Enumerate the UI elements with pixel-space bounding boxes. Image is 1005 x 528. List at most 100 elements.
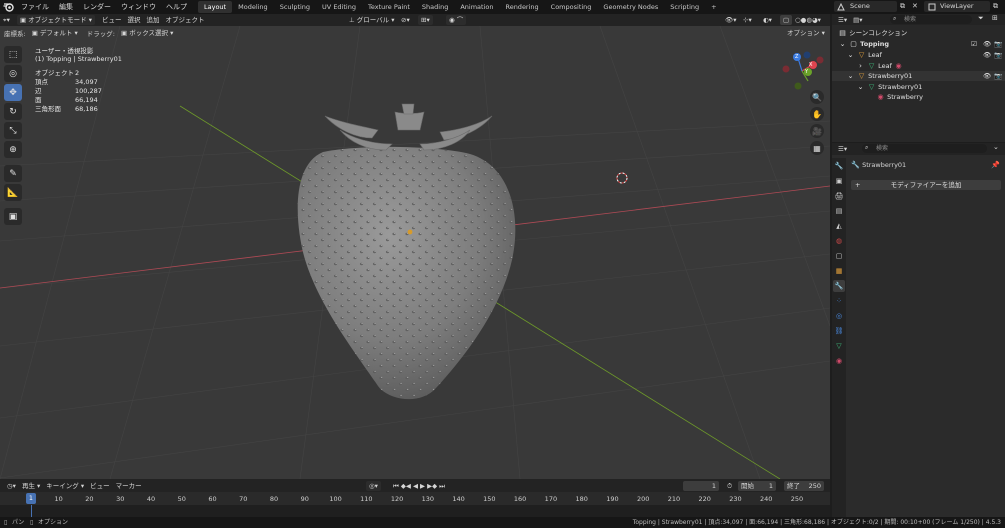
viewport-menu-object[interactable]: オブジェクト xyxy=(163,15,208,25)
timeline-menu-marker[interactable]: マーカー xyxy=(113,481,145,491)
chevron-right-icon[interactable]: › xyxy=(856,61,865,71)
object-tab-icon[interactable]: ▦ xyxy=(833,265,845,277)
new-collection-icon[interactable]: ⊞ xyxy=(992,14,998,22)
pivot-icon[interactable]: ⊘▾ xyxy=(398,15,413,25)
proportional-edit-icon[interactable]: ◉ ⌒ xyxy=(446,15,467,25)
eye-icon[interactable]: 👁 xyxy=(983,39,991,49)
clock-icon[interactable]: ⏱ xyxy=(724,481,735,491)
snap-icon[interactable]: ⊞▾ xyxy=(418,15,433,25)
3d-viewport[interactable]: X Y Z ユーザー・透視投影 (1) Topping | Strawberry… xyxy=(0,26,830,479)
pin-icon[interactable]: 📌 xyxy=(991,161,1000,169)
timeline-track-area[interactable] xyxy=(0,505,830,517)
annotate-tool-icon[interactable]: ✎ xyxy=(4,165,22,182)
tab-texture-paint[interactable]: Texture Paint xyxy=(362,1,416,13)
add-cube-tool-icon[interactable]: ▣ xyxy=(4,208,22,225)
move-tool-icon[interactable]: ✥ xyxy=(4,84,22,101)
overlay-toggle-icon[interactable]: ◐▾ xyxy=(760,15,775,25)
tab-layout[interactable]: Layout xyxy=(198,1,233,13)
viewport-menu-add[interactable]: 追加 xyxy=(144,15,163,25)
playback-controls[interactable]: ⏮ ◆◀ ◀ ▶ ▶◆ ⏭ xyxy=(390,481,448,491)
viewport-menu-select[interactable]: 選択 xyxy=(125,15,144,25)
world-tab-icon[interactable]: ◍ xyxy=(833,235,845,247)
data-tab-icon[interactable]: ▽ xyxy=(833,340,845,352)
modifier-tab-icon[interactable]: 🔧 xyxy=(833,280,845,292)
gizmo-y-label[interactable]: Y xyxy=(805,69,808,75)
tab-animation[interactable]: Animation xyxy=(454,1,499,13)
end-frame-field[interactable]: 終了 250 xyxy=(784,480,824,491)
timeline-editor-icon[interactable]: ◷▾ xyxy=(4,481,19,491)
record-icon[interactable]: ◎▾ xyxy=(366,480,381,491)
render-tab-icon[interactable]: ▣ xyxy=(833,175,845,187)
chevron-down-icon[interactable]: ⌄ xyxy=(993,143,999,151)
camera-render-icon[interactable]: 📷 xyxy=(994,39,1002,49)
menu-edit[interactable]: 編集 xyxy=(54,2,78,12)
delete-scene-icon[interactable]: ✕ xyxy=(912,2,918,10)
camera-view-icon[interactable]: 🎥 xyxy=(810,124,824,138)
tab-uv-editing[interactable]: UV Editing xyxy=(316,1,362,13)
particles-tab-icon[interactable]: ⁘ xyxy=(833,295,845,307)
outliner-item-strawberry01[interactable]: ⌄ ▽ Strawberry01 👁 📷 xyxy=(846,71,1005,81)
gizmo-z-label[interactable]: Z xyxy=(795,54,798,60)
timeline-menu-playback[interactable]: 再生 ▾ xyxy=(19,481,43,491)
checkbox-icon[interactable]: ☑ xyxy=(971,39,977,49)
gizmo-toggle-icon[interactable]: ⊹▾ xyxy=(740,15,755,25)
tool-tab-icon[interactable]: 🔧 xyxy=(833,160,845,172)
zoom-icon[interactable]: 🔍 xyxy=(810,90,824,104)
chevron-down-icon[interactable]: ⌄ xyxy=(856,82,865,92)
outliner-item-leaf[interactable]: ⌄ ▽ Leaf 👁 📷 xyxy=(846,50,1005,60)
properties-search-input[interactable]: 検索 xyxy=(862,144,987,153)
xray-icon[interactable]: ▢ xyxy=(780,15,793,25)
tab-sculpting[interactable]: Sculpting xyxy=(274,1,316,13)
scene-tab-icon[interactable]: ◭ xyxy=(833,220,845,232)
collection-tab-icon[interactable]: ▢ xyxy=(833,250,845,262)
viewport-menu-view[interactable]: ビュー xyxy=(99,15,125,25)
tab-compositing[interactable]: Compositing xyxy=(545,1,598,13)
shading-modes-icon[interactable]: ○●◍◕▾ xyxy=(792,15,824,25)
scale-tool-icon[interactable]: ⤡ xyxy=(4,122,22,139)
timeline-menu-view[interactable]: ビュー xyxy=(87,481,113,491)
material-tab-icon[interactable]: ◉ xyxy=(833,355,845,367)
current-frame-marker[interactable]: 1 xyxy=(26,493,36,504)
outliner-editor-icon[interactable]: ☰▾ xyxy=(835,15,850,25)
coord-selector[interactable]: ▣ デフォルト ▾ xyxy=(29,28,81,38)
menu-window[interactable]: ウィンドウ xyxy=(116,2,161,12)
transform-tool-icon[interactable]: ⊕ xyxy=(4,141,22,158)
outliner-item-leaf-mesh[interactable]: › ▽ Leaf ◉ xyxy=(856,61,903,71)
tab-shading[interactable]: Shading xyxy=(416,1,454,13)
gizmo-x-label[interactable]: X xyxy=(809,62,812,68)
current-frame-field[interactable]: 1 xyxy=(683,480,719,491)
tab-scripting[interactable]: Scripting xyxy=(664,1,705,13)
pan-hand-icon[interactable]: ✋ xyxy=(810,107,824,121)
editor-type-icon[interactable]: ⌖▾ xyxy=(0,15,13,25)
orientation-selector[interactable]: ⊥ グローバル ▾ xyxy=(346,15,398,25)
measure-tool-icon[interactable]: 📐 xyxy=(4,184,22,201)
chevron-down-icon[interactable]: ⌄ xyxy=(838,39,847,49)
blender-logo-icon[interactable] xyxy=(0,0,16,14)
outliner-item-strawberry01-mesh[interactable]: ⌄ ▽ Strawberry01 xyxy=(856,82,923,92)
chevron-down-icon[interactable]: ⌄ xyxy=(846,50,855,60)
outliner-search-input[interactable]: 検索 xyxy=(890,15,972,24)
output-tab-icon[interactable]: 🖨 xyxy=(833,190,845,202)
outliner-filter-mode-icon[interactable]: ▤▾ xyxy=(850,15,865,25)
cursor-tool-icon[interactable]: ◎ xyxy=(4,65,22,82)
menu-file[interactable]: ファイル xyxy=(16,2,54,12)
options-dropdown[interactable]: オプション ▾ xyxy=(784,28,828,38)
outliner-root-row[interactable]: ▤ シーンコレクション xyxy=(838,28,907,38)
view-layer-tab-icon[interactable]: ▤ xyxy=(833,205,845,217)
add-modifier-button[interactable]: + モディファイアーを追加 xyxy=(851,180,1001,190)
menu-render[interactable]: レンダー xyxy=(78,2,116,12)
tab-geometry-nodes[interactable]: Geometry Nodes xyxy=(597,1,664,13)
timeline-menu-keying[interactable]: キーイング ▾ xyxy=(43,481,87,491)
visibility-icon[interactable]: 👁▾ xyxy=(722,15,740,25)
drag-selector[interactable]: ▣ ボックス選択 ▾ xyxy=(118,28,176,38)
mode-selector[interactable]: ▣ オブジェクトモード ▾ xyxy=(16,15,95,25)
add-workspace-button[interactable]: + xyxy=(705,1,722,13)
viewlayer-options-icon[interactable]: ⧉ xyxy=(993,2,998,11)
filter-icon[interactable]: ⏷ xyxy=(978,14,984,23)
select-box-tool-icon[interactable]: ⬚ xyxy=(4,46,22,63)
tab-rendering[interactable]: Rendering xyxy=(499,1,544,13)
outliner-item-topping[interactable]: ⌄ ▢ Topping ☑ 👁 📷 xyxy=(838,39,1005,49)
constraints-tab-icon[interactable]: ⛓ xyxy=(833,325,845,337)
tab-modeling[interactable]: Modeling xyxy=(232,1,274,13)
eye-icon[interactable]: 👁 xyxy=(983,71,991,81)
